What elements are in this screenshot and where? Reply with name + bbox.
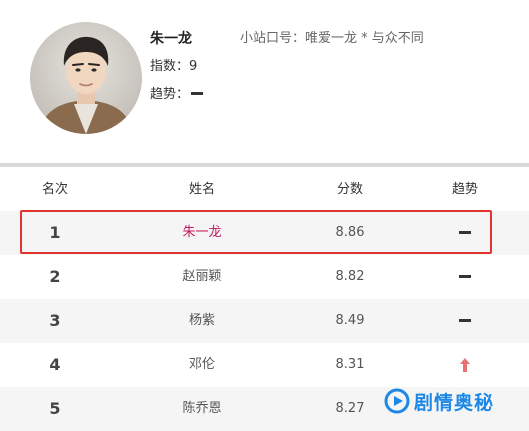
- table-header: 名次 姓名 分数 趋势: [0, 167, 529, 211]
- watermark-text: 剧情奥秘: [414, 391, 495, 414]
- table-row[interactable]: 2 赵丽颖 8.82: [0, 255, 529, 299]
- watermark: 剧情奥秘: [384, 384, 494, 418]
- station-slogan-label: 小站口号：: [240, 31, 306, 46]
- header-score: 分数: [336, 182, 363, 197]
- flat-dash-icon: [459, 231, 471, 234]
- trend-cell: [430, 312, 500, 330]
- profile-name: 朱一龙: [150, 31, 192, 47]
- trend-cell: [430, 268, 500, 286]
- trend-line: 趋势：: [150, 86, 204, 104]
- index-value: 9: [189, 59, 198, 74]
- name-cell[interactable]: 赵丽颖: [152, 268, 252, 286]
- header-name: 姓名: [188, 182, 215, 197]
- rank-cell: 2: [49, 267, 61, 286]
- score-cell: 8.86: [335, 225, 365, 240]
- table-row[interactable]: 4 邓伦 8.31: [0, 343, 529, 387]
- station-slogan-value: 唯爱一龙 * 与众不同: [305, 31, 424, 46]
- avatar[interactable]: [30, 22, 142, 134]
- rank-cell: 1: [49, 223, 61, 242]
- rank-cell: 3: [49, 311, 61, 330]
- trend-cell: [430, 224, 500, 242]
- score-cell: 8.82: [335, 269, 365, 284]
- index-line: 指数：9: [150, 58, 197, 76]
- score-cell: 8.49: [335, 313, 365, 328]
- name-cell[interactable]: 杨紫: [152, 312, 252, 330]
- flat-dash-icon: [191, 92, 204, 95]
- table-row[interactable]: 3 杨紫 8.49: [0, 299, 529, 343]
- header-rank: 名次: [41, 182, 68, 197]
- avatar-portrait-image: [30, 22, 142, 134]
- header-trend: 趋势: [451, 182, 478, 197]
- name-cell[interactable]: 邓伦: [152, 356, 252, 374]
- score-cell: 8.31: [335, 357, 365, 372]
- station-slogan-line: 小站口号：唯爱一龙 * 与众不同: [240, 30, 424, 48]
- name-cell[interactable]: 朱一龙: [152, 224, 252, 242]
- arrow-up-icon: [460, 357, 470, 372]
- rank-cell: 5: [49, 399, 61, 418]
- rank-cell: 4: [49, 355, 61, 374]
- flat-dash-icon: [459, 319, 471, 322]
- table-row[interactable]: 1 朱一龙 8.86: [0, 211, 529, 255]
- trend-label: 趋势：: [150, 87, 190, 102]
- flat-dash-icon: [459, 275, 471, 278]
- index-label: 指数：: [150, 59, 190, 74]
- trend-cell: [430, 356, 500, 374]
- profile-card: 朱一龙 小站口号：唯爱一龙 * 与众不同 指数：9 趋势：: [0, 0, 529, 166]
- play-logo-icon: [384, 388, 410, 414]
- name-cell[interactable]: 陈乔恩: [152, 400, 252, 418]
